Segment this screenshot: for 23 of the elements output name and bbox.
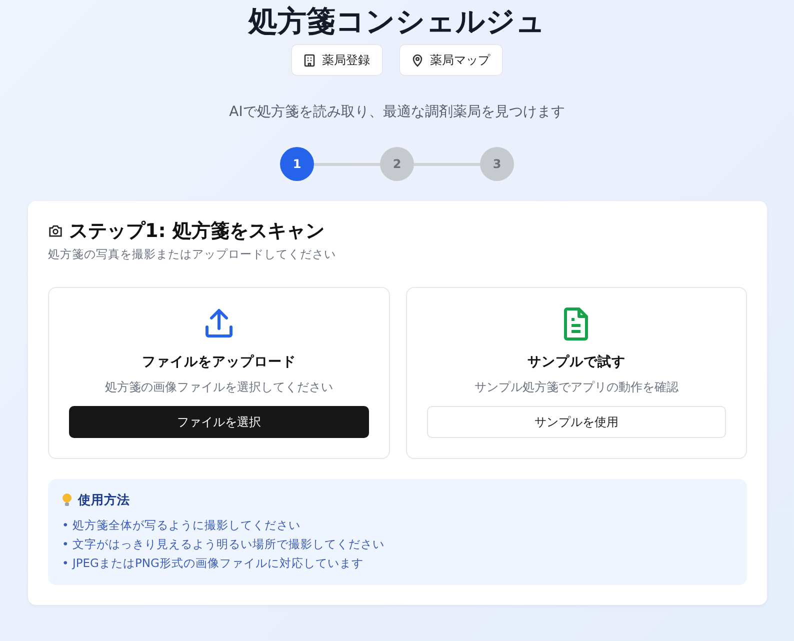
- camera-icon: [48, 224, 63, 238]
- subtitle: AIで処方箋を読み取り、最適な調剤薬局を見つけます: [229, 103, 565, 122]
- app-title: 処方箋コンシェルジュ: [248, 3, 546, 40]
- nav-button[interactable]: 薬局登録: [291, 44, 383, 76]
- option-title: ファイルをアップロード: [140, 352, 297, 372]
- select-file-button[interactable]: ファイルを選択: [69, 406, 368, 438]
- tip-item: • JPEGまたはPNG形式の画像ファイルに対応しています: [62, 554, 364, 572]
- tip-item: • 文字がはっきり見えるよう明るい場所で撮影してください: [62, 536, 386, 553]
- option-title: サンプルで試す: [526, 352, 626, 372]
- option-description: サンプル処方箋でアプリの動作を確認: [473, 379, 680, 396]
- tips-title: 使用方法: [78, 491, 130, 509]
- card-title: ステップ1: 処方箋をスキャン: [69, 219, 324, 244]
- use-sample-button[interactable]: サンプルを使用: [426, 406, 726, 438]
- tip-item: • 処方箋全体が写るように撮影してください: [62, 516, 302, 534]
- card-description: 処方箋の写真を撮影またはアップロードしてください: [48, 246, 337, 262]
- step-indicator: 2: [380, 147, 414, 181]
- option-description: 処方箋の画像ファイルを選択してください: [104, 379, 334, 396]
- location-pin-icon: [412, 54, 423, 66]
- nav-button[interactable]: 薬局マップ: [399, 44, 503, 76]
- step-indicator: 1: [280, 147, 314, 181]
- lightbulb-icon: [62, 493, 72, 508]
- building-icon: [304, 54, 315, 66]
- step-indicator: 3: [480, 147, 514, 181]
